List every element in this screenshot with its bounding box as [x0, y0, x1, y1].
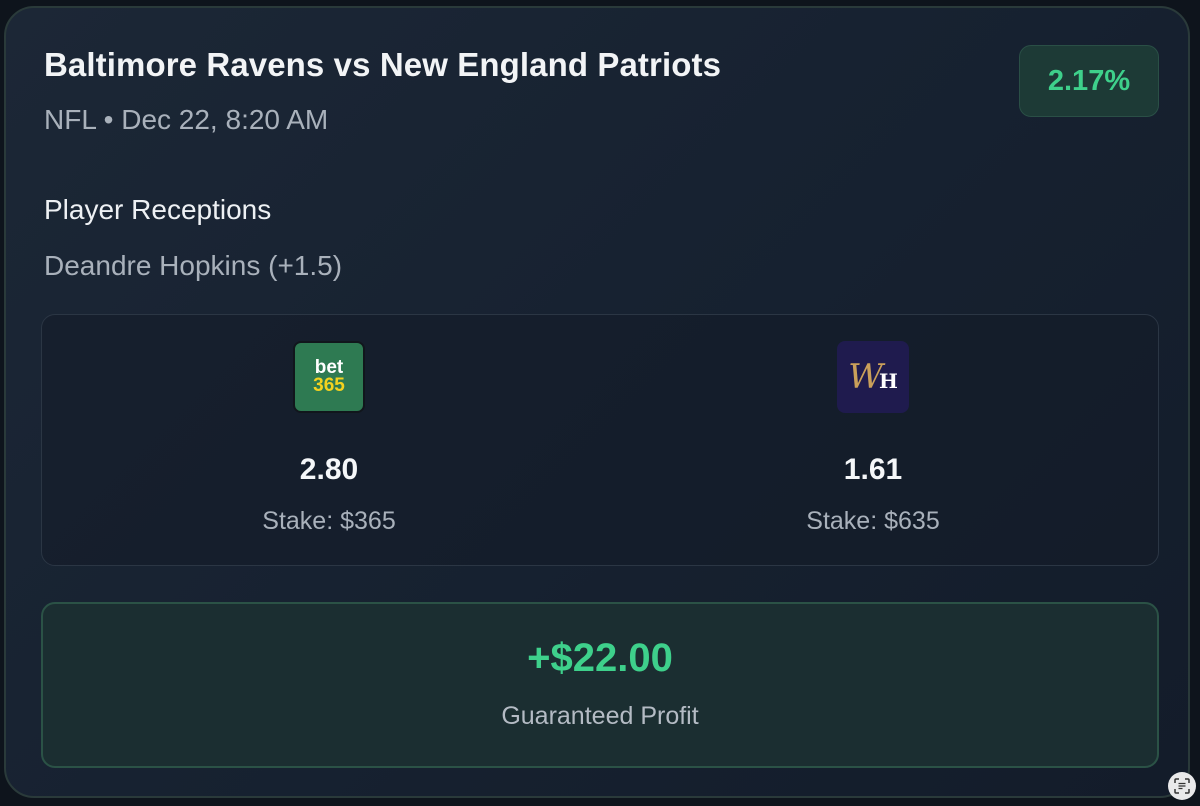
arbitrage-card[interactable]: Baltimore Ravens vs New England Patriots… — [4, 6, 1190, 798]
profit-value: +$22.00 — [527, 636, 673, 680]
bet365-logo-icon: bet 365 — [293, 341, 365, 413]
guaranteed-profit-panel: +$22.00 Guaranteed Profit — [41, 602, 1159, 768]
market-name: Player Receptions — [44, 194, 272, 225]
bet365-stake: Stake: $365 — [262, 507, 396, 535]
scan-glyph-icon — [1174, 778, 1190, 794]
arb-percentage-badge: 2.17% — [1019, 45, 1159, 117]
event-title: Baltimore Ravens vs New England Patriots — [44, 46, 722, 83]
bookmaker-bet365[interactable]: bet 365 2.80 Stake: $365 — [179, 315, 479, 565]
event-subtitle: NFL • Dec 22, 8:20 AM — [44, 104, 329, 135]
bet365-odds: 2.80 — [299, 453, 359, 486]
william-hill-odds: 1.61 — [843, 453, 903, 486]
market-selection: Deandre Hopkins (+1.5) — [44, 250, 343, 281]
bookmaker-william-hill[interactable]: W H 1.61 Stake: $635 — [723, 315, 1023, 565]
profit-label: Guaranteed Profit — [501, 702, 699, 730]
william-hill-logo-icon: W H — [837, 341, 909, 413]
bookmakers-panel: bet 365 2.80 Stake: $365 W H 1.61 Stake:… — [41, 314, 1159, 566]
text-scan-icon[interactable] — [1168, 772, 1196, 800]
william-hill-stake: Stake: $635 — [806, 507, 940, 535]
